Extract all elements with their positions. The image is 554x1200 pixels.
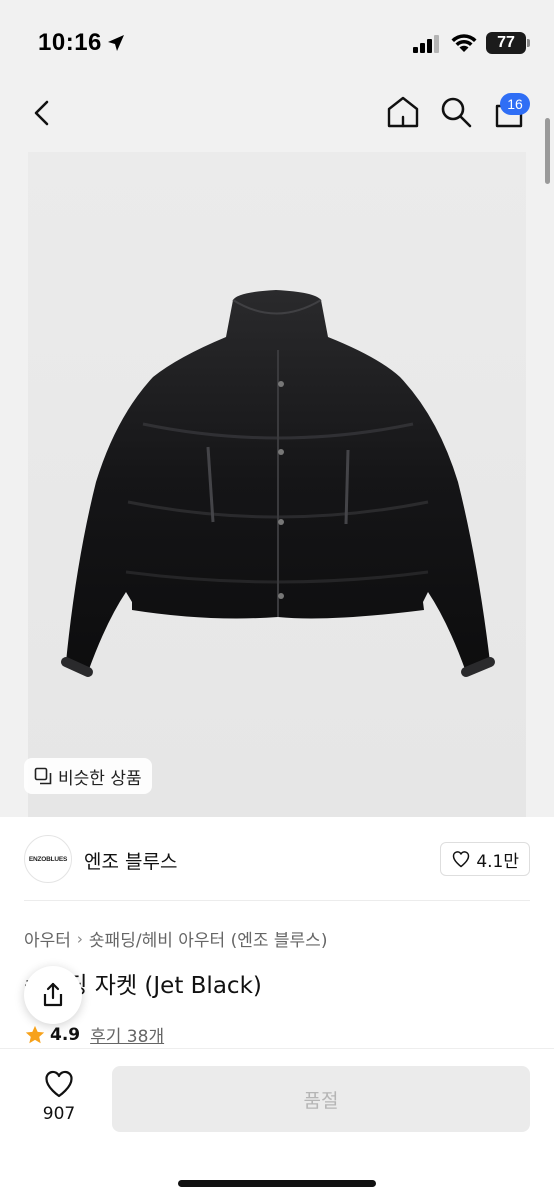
brand-row: ENZOBLUES 엔조 블루스 4.1만 xyxy=(0,817,554,901)
battery-indicator: 77 xyxy=(486,32,526,54)
heart-outline-icon xyxy=(45,1070,73,1098)
breadcrumb-item-outer[interactable]: 아우터 xyxy=(24,926,71,951)
breadcrumb: 아우터 › 숏패딩/헤비 아우터 (엔조 블루스) xyxy=(24,926,328,952)
brand-like-count: 4.1만 xyxy=(476,851,519,872)
status-time: 10:16 xyxy=(38,29,102,56)
wishlist-button[interactable]: 907 xyxy=(36,1068,82,1124)
cart-count-badge: 16 xyxy=(500,93,530,115)
wishlist-count: 907 xyxy=(42,1104,76,1124)
brand-logo[interactable]: ENZOBLUES xyxy=(24,835,72,883)
sold-out-label: 품절 xyxy=(303,1089,339,1112)
review-link[interactable]: 후기 38개 xyxy=(90,1022,164,1047)
brand-name[interactable]: 엔조 블루스 xyxy=(84,847,177,874)
top-navigation xyxy=(0,84,554,152)
search-icon[interactable] xyxy=(438,94,474,130)
product-image[interactable] xyxy=(28,152,526,817)
status-bar: 10:16 77 xyxy=(0,0,554,84)
wifi-icon xyxy=(451,34,477,52)
similar-products-label: 비슷한 상품 xyxy=(58,768,142,789)
rating-row: 4.9 후기 38개 xyxy=(24,1022,164,1047)
location-arrow-icon xyxy=(108,35,124,51)
heart-icon xyxy=(453,851,470,868)
brand-logo-text: ENZOBLUES xyxy=(28,855,68,863)
puffer-jacket-image xyxy=(61,290,495,677)
share-icon xyxy=(43,982,63,1007)
chevron-right-icon: › xyxy=(76,929,83,948)
similar-icon xyxy=(34,767,52,785)
breadcrumb-item-category[interactable]: 숏패딩/헤비 아우터 (엔조 블루스) xyxy=(89,926,328,951)
share-button[interactable] xyxy=(24,966,82,1024)
star-icon xyxy=(25,1025,45,1043)
battery-cap xyxy=(527,39,530,47)
divider xyxy=(24,900,530,901)
brand-like-button[interactable]: 4.1만 xyxy=(440,842,530,876)
back-icon[interactable] xyxy=(28,98,58,128)
cellular-signal-icon xyxy=(413,35,439,53)
sold-out-button[interactable]: 품절 xyxy=(112,1066,530,1132)
rating-value: 4.9 xyxy=(50,1024,81,1045)
home-indicator xyxy=(178,1180,376,1187)
scroll-indicator[interactable] xyxy=(545,118,550,184)
similar-products-button[interactable]: 비슷한 상품 xyxy=(24,758,152,794)
home-icon[interactable] xyxy=(385,94,421,130)
